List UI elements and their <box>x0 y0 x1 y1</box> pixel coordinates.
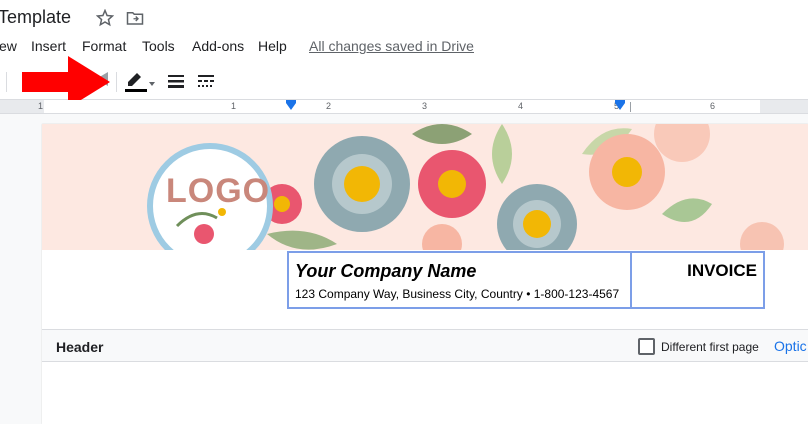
title-bar: Template <box>0 0 808 36</box>
document-page[interactable]: LOGO Your Company Name 123 Company Way, … <box>42 124 808 424</box>
border-dash-icon[interactable] <box>198 74 214 88</box>
invoice-cell[interactable]: INVOICE <box>632 253 763 307</box>
ruler[interactable]: 1 1 2 3 4 5 6 <box>0 100 808 114</box>
header-table[interactable]: Your Company Name 123 Company Way, Busin… <box>287 251 765 309</box>
toolbar <box>0 62 808 100</box>
menu-help[interactable]: Help <box>258 38 287 54</box>
company-cell[interactable]: Your Company Name 123 Company Way, Busin… <box>289 253 632 307</box>
menu-format[interactable]: Format <box>82 38 126 54</box>
floral-banner-image[interactable]: LOGO <box>42 124 808 250</box>
menu-add-ons[interactable]: Add-ons <box>192 38 244 54</box>
menu-tools[interactable]: Tools <box>142 38 175 54</box>
saved-status-link[interactable]: All changes saved in Drive <box>309 38 474 54</box>
ruler-number: 3 <box>422 101 428 111</box>
different-first-page-label[interactable]: Different first page <box>661 340 759 354</box>
border-width-icon[interactable] <box>168 74 184 88</box>
ruler-margin-right <box>760 100 808 113</box>
header-section-bar: Header Different first page Optic <box>42 329 808 362</box>
header-options-link[interactable]: Optic <box>774 338 807 354</box>
company-address[interactable]: 123 Company Way, Business City, Country … <box>295 287 619 301</box>
ruler-column-marker[interactable] <box>630 102 631 112</box>
chevron-down-icon[interactable] <box>149 82 155 86</box>
border-color-pen-icon[interactable] <box>124 70 148 94</box>
toolbar-separator <box>116 72 117 92</box>
different-first-page-checkbox[interactable] <box>638 338 655 355</box>
ruler-number: 4 <box>518 101 524 111</box>
ruler-number: 6 <box>710 101 716 111</box>
company-name[interactable]: Your Company Name <box>295 261 476 282</box>
menu-insert[interactable]: Insert <box>31 38 66 54</box>
menu-bar: ew Insert Format Tools Add-ons Help All … <box>0 36 808 62</box>
floral-banner-artwork <box>147 124 784 250</box>
invoice-label[interactable]: INVOICE <box>687 261 757 281</box>
star-icon[interactable] <box>96 9 114 27</box>
document-title[interactable]: Template <box>0 7 71 28</box>
toolbar-separator <box>6 72 7 92</box>
ruler-right-indent-marker[interactable] <box>615 103 625 110</box>
ruler-number: 1 <box>231 101 237 111</box>
menu-view[interactable]: ew <box>0 38 17 54</box>
google-docs-window: Template ew Insert Format Tools Add-ons … <box>0 0 808 424</box>
ruler-left-indent-marker[interactable] <box>286 103 296 110</box>
ruler-number: 1 <box>38 101 44 111</box>
move-to-folder-icon[interactable] <box>126 10 144 26</box>
logo-text: LOGO <box>166 172 271 210</box>
ruler-number: 2 <box>326 101 332 111</box>
header-label: Header <box>56 339 104 355</box>
